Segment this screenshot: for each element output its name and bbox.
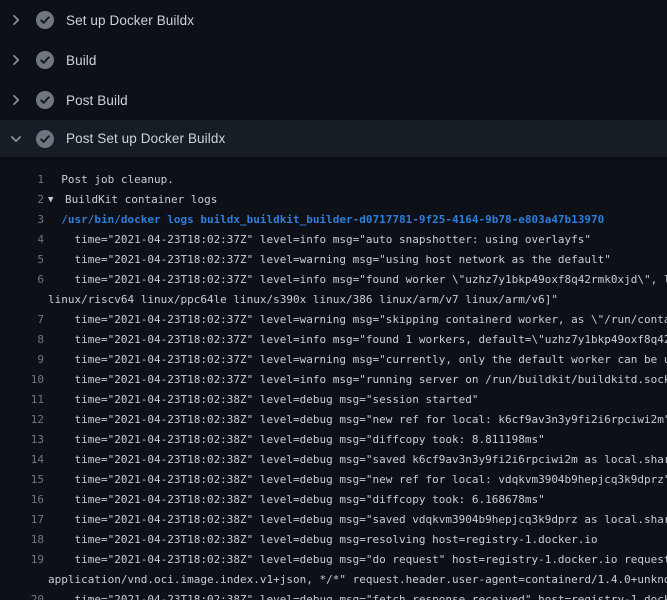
- chevron-right-icon[interactable]: [8, 12, 24, 28]
- log-line-number[interactable]: 6: [0, 270, 44, 290]
- group-label[interactable]: BuildKit container logs: [65, 193, 217, 206]
- log-line: 9 time="2021-04-23T18:02:37Z" level=warn…: [0, 350, 667, 370]
- log-line-number[interactable]: 19: [0, 550, 44, 570]
- log-line-number[interactable]: 16: [0, 490, 44, 510]
- log-text: time="2021-04-23T18:02:38Z" level=debug …: [48, 410, 667, 430]
- step-row-post-set-up-docker-buildx[interactable]: Post Set up Docker Buildx: [0, 120, 667, 160]
- log-line: 17 time="2021-04-23T18:02:38Z" level=deb…: [0, 510, 667, 530]
- log-line: 10 time="2021-04-23T18:02:37Z" level=inf…: [0, 370, 667, 390]
- log-line: 14 time="2021-04-23T18:02:38Z" level=deb…: [0, 450, 667, 470]
- log-line-number[interactable]: 15: [0, 470, 44, 490]
- log-line-number[interactable]: 14: [0, 450, 44, 470]
- log-text: time="2021-04-23T18:02:37Z" level=info m…: [48, 330, 667, 350]
- log-line-number[interactable]: 1: [0, 170, 44, 190]
- log-text: time="2021-04-23T18:02:37Z" level=warnin…: [48, 310, 667, 330]
- check-circle-icon: [36, 91, 54, 109]
- log-text: time="2021-04-23T18:02:37Z" level=warnin…: [48, 350, 667, 370]
- log-text: ▼BuildKit container logs: [48, 190, 217, 210]
- check-circle-icon: [36, 11, 54, 29]
- step-row-post-build[interactable]: Post Build: [0, 80, 667, 120]
- log-line-number: [0, 290, 44, 310]
- log-line: 1 Post job cleanup.: [0, 170, 667, 190]
- log-line: 8 time="2021-04-23T18:02:37Z" level=info…: [0, 330, 667, 350]
- log-text: time="2021-04-23T18:02:37Z" level=info m…: [48, 370, 667, 390]
- log-line-continuation: application/vnd.oci.image.index.v1+json,…: [0, 570, 667, 590]
- step-label: Build: [66, 53, 97, 68]
- actions-log-viewer: Set up Docker Buildx Build Post Build Post …: [0, 0, 667, 600]
- log-line-number[interactable]: 9: [0, 350, 44, 370]
- check-circle-icon: [36, 130, 54, 148]
- log-text: time="2021-04-23T18:02:38Z" level=debug …: [48, 590, 667, 600]
- log-text: time="2021-04-23T18:02:38Z" level=debug …: [48, 530, 598, 550]
- log-line-number[interactable]: 13: [0, 430, 44, 450]
- log-text: time="2021-04-23T18:02:37Z" level=info m…: [48, 270, 667, 290]
- log-line-number[interactable]: 7: [0, 310, 44, 330]
- log-line: 4 time="2021-04-23T18:02:37Z" level=info…: [0, 230, 667, 250]
- log-line: 6 time="2021-04-23T18:02:37Z" level=info…: [0, 270, 667, 290]
- log-line-number[interactable]: 8: [0, 330, 44, 350]
- log-line-number[interactable]: 4: [0, 230, 44, 250]
- log-line: 15 time="2021-04-23T18:02:38Z" level=deb…: [0, 470, 667, 490]
- log-text: Post job cleanup.: [48, 170, 174, 190]
- log-line-number[interactable]: 20: [0, 590, 44, 600]
- log-line: 5 time="2021-04-23T18:02:37Z" level=warn…: [0, 250, 667, 270]
- log-line: 19 time="2021-04-23T18:02:38Z" level=deb…: [0, 550, 667, 570]
- log-line-number[interactable]: 11: [0, 390, 44, 410]
- log-text: application/vnd.oci.image.index.v1+json,…: [48, 570, 667, 590]
- step-label: Set up Docker Buildx: [66, 13, 194, 28]
- log-line-number[interactable]: 3: [0, 210, 44, 230]
- log-line: 18 time="2021-04-23T18:02:38Z" level=deb…: [0, 530, 667, 550]
- log-text: time="2021-04-23T18:02:38Z" level=debug …: [48, 390, 478, 410]
- log-text: time="2021-04-23T18:02:37Z" level=info m…: [48, 230, 591, 250]
- log-line-number[interactable]: 5: [0, 250, 44, 270]
- check-circle-icon: [36, 51, 54, 69]
- log-line: 12 time="2021-04-23T18:02:38Z" level=deb…: [0, 410, 667, 430]
- log-line-continuation: linux/riscv64 linux/ppc64le linux/s390x …: [0, 290, 667, 310]
- log-text: time="2021-04-23T18:02:38Z" level=debug …: [48, 550, 667, 570]
- log-line: 13 time="2021-04-23T18:02:38Z" level=deb…: [0, 430, 667, 450]
- group-collapse-toggle-icon[interactable]: ▼: [48, 190, 65, 210]
- log-area: 1 Post job cleanup.2▼BuildKit container …: [0, 160, 667, 600]
- step-row-build[interactable]: Build: [0, 40, 667, 80]
- log-line-number[interactable]: 18: [0, 530, 44, 550]
- log-line-number[interactable]: 17: [0, 510, 44, 530]
- log-line: 20 time="2021-04-23T18:02:38Z" level=deb…: [0, 590, 667, 600]
- log-text: time="2021-04-23T18:02:37Z" level=warnin…: [48, 250, 611, 270]
- log-line-number[interactable]: 12: [0, 410, 44, 430]
- log-line: 7 time="2021-04-23T18:02:37Z" level=warn…: [0, 310, 667, 330]
- chevron-right-icon[interactable]: [8, 52, 24, 68]
- step-label: Post Build: [66, 93, 128, 108]
- log-line: 3 /usr/bin/docker logs buildx_buildkit_b…: [0, 210, 667, 230]
- log-line: 2▼BuildKit container logs: [0, 190, 667, 210]
- log-line-number[interactable]: 10: [0, 370, 44, 390]
- log-text: time="2021-04-23T18:02:38Z" level=debug …: [48, 510, 667, 530]
- log-line: 11 time="2021-04-23T18:02:38Z" level=deb…: [0, 390, 667, 410]
- log-text: time="2021-04-23T18:02:38Z" level=debug …: [48, 450, 667, 470]
- log-command-text: /usr/bin/docker logs buildx_buildkit_bui…: [48, 210, 604, 230]
- log-text: linux/riscv64 linux/ppc64le linux/s390x …: [48, 290, 558, 310]
- chevron-down-icon[interactable]: [8, 131, 24, 147]
- steps-list: Set up Docker Buildx Build Post Build Post …: [0, 0, 667, 160]
- log-text: time="2021-04-23T18:02:38Z" level=debug …: [48, 470, 667, 490]
- log-text: time="2021-04-23T18:02:38Z" level=debug …: [48, 490, 545, 510]
- step-label: Post Set up Docker Buildx: [66, 131, 225, 146]
- log-line: 16 time="2021-04-23T18:02:38Z" level=deb…: [0, 490, 667, 510]
- log-line-number: [0, 570, 44, 590]
- chevron-right-icon[interactable]: [8, 92, 24, 108]
- log-text: time="2021-04-23T18:02:38Z" level=debug …: [48, 430, 545, 450]
- log-line-number[interactable]: 2: [0, 190, 44, 210]
- step-row-set-up-docker-buildx[interactable]: Set up Docker Buildx: [0, 0, 667, 40]
